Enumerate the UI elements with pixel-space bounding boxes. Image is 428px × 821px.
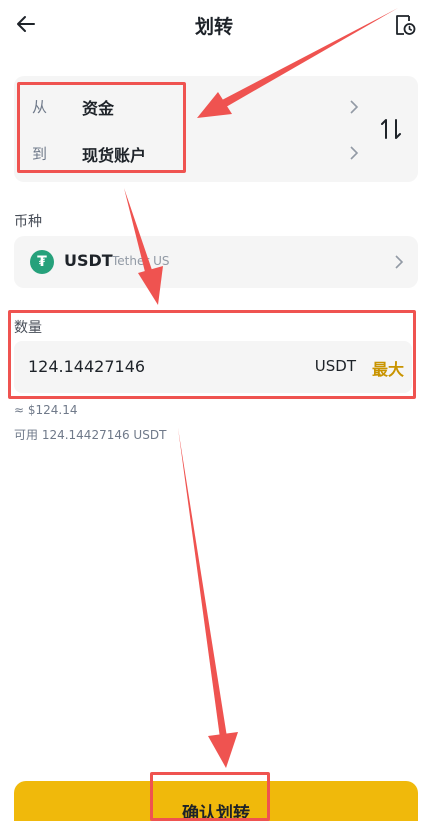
coin-full-name: Tether US — [112, 254, 170, 268]
swap-icon[interactable] — [379, 118, 403, 140]
record-history-icon[interactable] — [394, 13, 416, 37]
usdt-logo-icon: ₮ — [30, 250, 54, 274]
page-title: 划转 — [194, 16, 233, 38]
chevron-right-icon — [350, 100, 359, 114]
chevron-right-icon — [395, 255, 404, 269]
fiat-estimate: ≈ $124.14 — [14, 403, 78, 417]
from-to-highlight-box — [17, 82, 186, 173]
history-svg — [396, 15, 416, 35]
coin-code: USDT — [64, 251, 113, 270]
confirm-highlight-box — [150, 772, 270, 821]
top-bar: 划转 — [0, 0, 428, 52]
amount-highlight-box — [8, 310, 416, 399]
arrow-shaft-3 — [178, 428, 227, 738]
available-balance: 可用 124.14427146 USDT — [14, 428, 167, 442]
coin-selector[interactable]: ₮ USDT Tether US — [14, 236, 418, 288]
chevron-right-icon — [350, 146, 359, 160]
coin-section-label: 币种 — [14, 214, 42, 230]
arrow-head-3 — [208, 732, 238, 768]
